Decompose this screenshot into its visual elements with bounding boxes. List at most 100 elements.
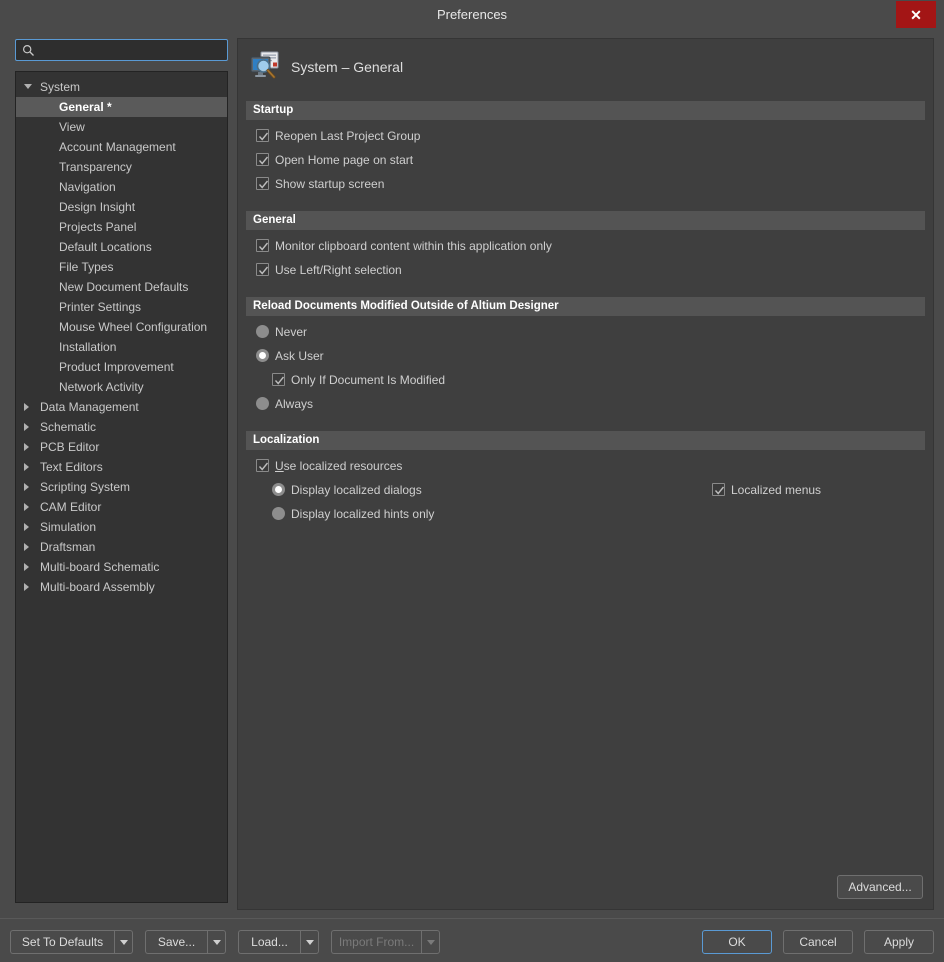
import-from-dropdown-arrow bbox=[421, 930, 440, 954]
search-input[interactable] bbox=[39, 40, 225, 60]
set-to-defaults-button[interactable]: Set To Defaults bbox=[10, 930, 114, 954]
sidebar-item-label: Draftsman bbox=[40, 540, 96, 554]
chevron-right-icon[interactable] bbox=[24, 563, 29, 571]
sidebar-item-default-locations[interactable]: Default Locations bbox=[16, 237, 227, 257]
sidebar-item-pcb-editor[interactable]: PCB Editor bbox=[16, 437, 227, 457]
option-label: Show startup screen bbox=[275, 177, 385, 191]
sidebar-item-navigation[interactable]: Navigation bbox=[16, 177, 227, 197]
sidebar-item-file-types[interactable]: File Types bbox=[16, 257, 227, 277]
chevron-right-icon[interactable] bbox=[24, 583, 29, 591]
sidebar-item-installation[interactable]: Installation bbox=[16, 337, 227, 357]
radio-circle[interactable] bbox=[256, 325, 269, 338]
option-label: Monitor clipboard content within this ap… bbox=[275, 239, 552, 253]
sidebar-item-label: Scripting System bbox=[40, 480, 131, 494]
section-heading: General bbox=[253, 214, 296, 226]
sidebar-item-transparency[interactable]: Transparency bbox=[16, 157, 227, 177]
checkmark-icon bbox=[714, 486, 725, 495]
radio-circle[interactable] bbox=[272, 483, 285, 496]
sidebar-item-mouse-wheel-configuration[interactable]: Mouse Wheel Configuration bbox=[16, 317, 227, 337]
dialog-body: System General * View Account Management Tra… bbox=[0, 30, 944, 918]
radio-circle[interactable] bbox=[256, 349, 269, 362]
sidebar-item-cam-editor[interactable]: CAM Editor bbox=[16, 497, 227, 517]
checkbox-box[interactable] bbox=[712, 483, 725, 496]
save-button[interactable]: Save... bbox=[145, 930, 207, 954]
sidebar-item-new-document-defaults[interactable]: New Document Defaults bbox=[16, 277, 227, 297]
sidebar-item-label: Default Locations bbox=[59, 240, 152, 254]
sidebar-item-product-improvement[interactable]: Product Improvement bbox=[16, 357, 227, 377]
close-icon: ✕ bbox=[910, 6, 922, 23]
import-from-button: Import From... bbox=[331, 930, 421, 954]
checkbox-box[interactable] bbox=[256, 239, 269, 252]
sidebar-item-printer-settings[interactable]: Printer Settings bbox=[16, 297, 227, 317]
chevron-right-icon[interactable] bbox=[24, 423, 29, 431]
chevron-down-icon[interactable] bbox=[24, 84, 32, 89]
checkmark-icon bbox=[258, 462, 269, 471]
load-dropdown-arrow[interactable] bbox=[300, 930, 319, 954]
cancel-button[interactable]: Cancel bbox=[783, 930, 853, 954]
sidebar-item-projects-panel[interactable]: Projects Panel bbox=[16, 217, 227, 237]
preferences-tree[interactable]: System General * View Account Management Tra… bbox=[15, 71, 228, 903]
sidebar-item-simulation[interactable]: Simulation bbox=[16, 517, 227, 537]
sidebar-item-label: Simulation bbox=[40, 520, 97, 534]
sidebar-item-text-editors[interactable]: Text Editors bbox=[16, 457, 227, 477]
apply-button[interactable]: Apply bbox=[864, 930, 934, 954]
radio-dot bbox=[275, 486, 282, 493]
sidebar-item-data-management[interactable]: Data Management bbox=[16, 397, 227, 417]
close-button[interactable]: ✕ bbox=[896, 1, 936, 28]
sidebar-item-network-activity[interactable]: Network Activity bbox=[16, 377, 227, 397]
option-label: Never bbox=[275, 325, 308, 339]
sidebar-item-label: Multi-board Schematic bbox=[40, 560, 160, 574]
sidebar-item-draftsman[interactable]: Draftsman bbox=[16, 537, 227, 557]
split-button-load[interactable]: Load... bbox=[238, 930, 319, 954]
chevron-right-icon[interactable] bbox=[24, 523, 29, 531]
sidebar-item-label: Installation bbox=[59, 340, 117, 354]
sidebar-item-schematic[interactable]: Schematic bbox=[16, 417, 227, 437]
split-button-save[interactable]: Save... bbox=[145, 930, 226, 954]
radio-dot bbox=[259, 352, 266, 359]
chevron-down-icon bbox=[426, 939, 435, 945]
tree-scroll-container: System General * View Account Management Tra… bbox=[16, 77, 227, 597]
search-icon bbox=[22, 44, 34, 56]
option-label: Use localized resources bbox=[275, 459, 403, 473]
checkbox-box[interactable] bbox=[272, 373, 285, 386]
advanced-button[interactable]: Advanced... bbox=[837, 875, 923, 899]
checkbox-box[interactable] bbox=[256, 153, 269, 166]
sidebar-item-general[interactable]: General * bbox=[16, 97, 227, 117]
checkbox-box[interactable] bbox=[256, 129, 269, 142]
chevron-right-icon[interactable] bbox=[24, 543, 29, 551]
set-to-defaults-dropdown-arrow[interactable] bbox=[114, 930, 133, 954]
search-box[interactable] bbox=[15, 39, 228, 61]
save-dropdown-arrow[interactable] bbox=[207, 930, 226, 954]
sidebar-item-label: Schematic bbox=[40, 420, 97, 434]
chevron-right-icon[interactable] bbox=[24, 443, 29, 451]
sidebar-item-scripting-system[interactable]: Scripting System bbox=[16, 477, 227, 497]
chevron-right-icon[interactable] bbox=[24, 483, 29, 491]
radio-circle[interactable] bbox=[256, 397, 269, 410]
checkbox-box[interactable] bbox=[256, 263, 269, 276]
sidebar-item-multi-board-schematic[interactable]: Multi-board Schematic bbox=[16, 557, 227, 577]
option-label: Only If Document Is Modified bbox=[291, 373, 446, 387]
sidebar-item-multi-board-assembly[interactable]: Multi-board Assembly bbox=[16, 577, 227, 597]
page-title: System – General bbox=[291, 59, 404, 75]
chevron-right-icon[interactable] bbox=[24, 463, 29, 471]
option-label: Use Left/Right selection bbox=[275, 263, 402, 277]
ok-button[interactable]: OK bbox=[702, 930, 772, 954]
sidebar-item-account-management[interactable]: Account Management bbox=[16, 137, 227, 157]
chevron-right-icon[interactable] bbox=[24, 503, 29, 511]
sidebar-item-view[interactable]: View bbox=[16, 117, 227, 137]
chevron-right-icon[interactable] bbox=[24, 403, 29, 411]
monitor-magnifier-icon bbox=[250, 51, 279, 79]
sidebar-item-design-insight[interactable]: Design Insight bbox=[16, 197, 227, 217]
chevron-down-icon bbox=[119, 939, 128, 945]
checkbox-box[interactable] bbox=[256, 459, 269, 472]
sidebar-item-label: CAM Editor bbox=[40, 500, 102, 514]
checkbox-box[interactable] bbox=[256, 177, 269, 190]
load-button[interactable]: Load... bbox=[238, 930, 300, 954]
option-label: Display localized hints only bbox=[291, 507, 435, 521]
sidebar-item-system[interactable]: System bbox=[16, 77, 227, 97]
radio-circle[interactable] bbox=[272, 507, 285, 520]
split-button-set-to-defaults[interactable]: Set To Defaults bbox=[10, 930, 133, 954]
option-label: Open Home page on start bbox=[275, 153, 414, 167]
sidebar-item-label: PCB Editor bbox=[40, 440, 100, 454]
sidebar-item-label: Design Insight bbox=[59, 200, 136, 214]
